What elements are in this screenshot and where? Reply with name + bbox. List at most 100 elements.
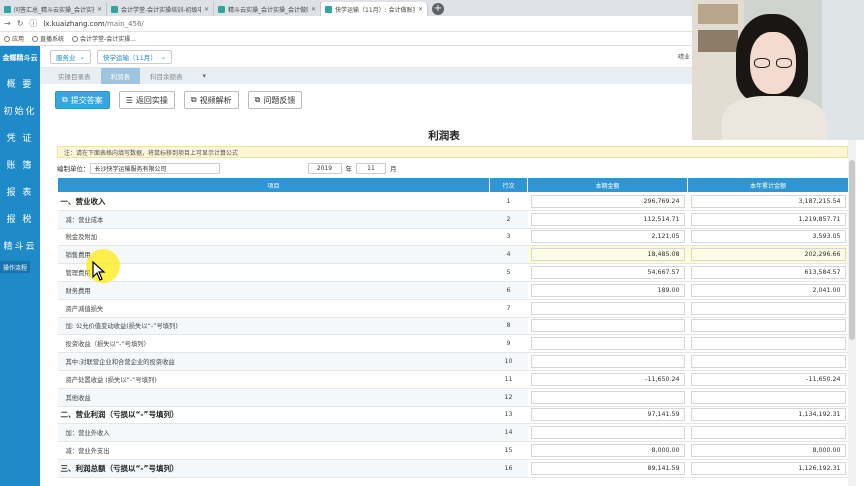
company-select[interactable]: 快学运输（11月） ⌄ bbox=[96, 49, 173, 64]
sidebar-item-overview[interactable]: 概 要 bbox=[0, 70, 40, 97]
chevron-down-icon: ⌄ bbox=[79, 52, 85, 61]
unit-field[interactable]: 长沙快学运输服务有限公司 bbox=[89, 162, 220, 174]
current-amount-input[interactable] bbox=[530, 426, 685, 440]
favicon-icon bbox=[4, 5, 11, 13]
ytd-amount-input[interactable]: 1,219,857.71 bbox=[690, 212, 846, 226]
sidebar-item-jdy[interactable]: 精斗云 bbox=[0, 232, 40, 259]
tab-more-dropdown[interactable]: ▾ bbox=[193, 68, 217, 84]
table-row: 销售费用 4 18,485.08 202,296.66 bbox=[57, 245, 849, 265]
ytd-amount-input[interactable]: 1,134,192.31 bbox=[690, 408, 846, 422]
table-row: 加: 公允价值变动收益(损失以“-”号填列) 8 bbox=[57, 317, 849, 336]
ytd-amount-input[interactable]: 8,000.00 bbox=[690, 444, 846, 458]
row-item-label: 减：营业成本 bbox=[57, 210, 490, 229]
current-amount-input[interactable]: 89,141.59 bbox=[530, 461, 685, 475]
feedback-button[interactable]: ⧉ 问题反馈 bbox=[247, 91, 303, 109]
sidebar-item-report[interactable]: 报 表 bbox=[0, 178, 40, 205]
ytd-amount-input[interactable]: 3,187,215.54 bbox=[690, 194, 846, 208]
bookmark-live[interactable]: 直播系统 bbox=[32, 34, 64, 43]
current-amount-input[interactable]: 296,769.24 bbox=[530, 194, 685, 208]
bookmark-kuaixue[interactable]: 会计学堂-会计实操... bbox=[72, 34, 136, 43]
current-amount-cell bbox=[527, 334, 688, 354]
close-icon[interactable]: ✕ bbox=[311, 6, 316, 13]
row-item-label: 管理费用 bbox=[57, 263, 490, 282]
vertical-scrollbar[interactable] bbox=[848, 140, 856, 486]
new-tab-button[interactable]: + bbox=[432, 3, 444, 15]
sidebar-item-init[interactable]: 初始化 bbox=[0, 97, 40, 124]
browser-tab[interactable]: 快学运输（11月）: 会计做账实...✕ bbox=[321, 2, 428, 16]
tab-income-statement[interactable]: 利润表 bbox=[100, 68, 140, 84]
current-amount-cell: 97,141.59 bbox=[527, 406, 688, 425]
sidebar-item-tax[interactable]: 报 税 bbox=[0, 205, 40, 232]
close-icon[interactable]: ✕ bbox=[204, 6, 209, 13]
current-amount-input[interactable]: 189.00 bbox=[530, 283, 685, 297]
ytd-amount-input[interactable] bbox=[690, 301, 846, 315]
browser-tab[interactable]: 问答汇总_精斗云实操_会计实操...✕ bbox=[0, 2, 107, 16]
current-amount-input[interactable]: 18,485.08 bbox=[530, 248, 685, 262]
current-amount-input[interactable] bbox=[530, 355, 685, 369]
scrollbar-thumb[interactable] bbox=[849, 160, 855, 340]
sidebar-item-voucher[interactable]: 凭 证 bbox=[0, 124, 40, 151]
industry-select[interactable]: 服务业 ⌄ bbox=[50, 49, 91, 64]
globe-icon bbox=[32, 35, 39, 42]
ytd-amount-input[interactable] bbox=[690, 337, 846, 351]
browser-tab[interactable]: 精斗云实操_会计实操_会计做账...✕ bbox=[214, 2, 321, 16]
ytd-amount-input[interactable] bbox=[690, 319, 846, 333]
current-amount-input[interactable]: 54,667.57 bbox=[530, 266, 685, 280]
current-amount-input[interactable]: 112,514.71 bbox=[530, 212, 685, 226]
current-amount-input[interactable]: 2,121.05 bbox=[530, 230, 685, 244]
table-row: 加：营业外收入 14 bbox=[57, 423, 849, 443]
favicon-icon bbox=[218, 5, 225, 13]
current-amount-input[interactable] bbox=[530, 390, 685, 404]
browser-tab[interactable]: 会计学堂-会计实操培训-初级中级...✕ bbox=[107, 2, 214, 16]
glasses-right bbox=[776, 58, 792, 68]
year-field[interactable]: 2019 bbox=[307, 162, 342, 174]
books bbox=[698, 4, 738, 24]
report-meta: 编制单位： 长沙快学运输服务有限公司 2019 年 11 月 bbox=[57, 162, 397, 174]
current-amount-input[interactable]: 97,141.59 bbox=[530, 408, 685, 422]
presenter-body bbox=[722, 96, 826, 140]
current-amount-cell: 89,141.59 bbox=[527, 459, 688, 478]
ytd-amount-input[interactable] bbox=[690, 390, 846, 404]
back-arrow-icon[interactable]: → bbox=[4, 19, 11, 28]
video-analysis-button[interactable]: ⧉ 视频解析 bbox=[183, 91, 239, 109]
current-amount-input[interactable] bbox=[530, 319, 685, 333]
row-line-number: 1 bbox=[489, 192, 528, 211]
row-item-label: 一、营业收入 bbox=[57, 192, 490, 211]
app-logo: 金蝶精斗云 bbox=[2, 54, 38, 62]
table-row: 其他收益 12 bbox=[57, 388, 849, 407]
row-item-label: 财务费用 bbox=[57, 281, 490, 300]
close-icon[interactable]: ✕ bbox=[418, 6, 423, 13]
current-amount-cell: 296,769.24 bbox=[527, 192, 688, 211]
current-amount-input[interactable] bbox=[530, 337, 685, 351]
current-amount-input[interactable] bbox=[530, 301, 685, 315]
workflow-button[interactable]: 操作流程 bbox=[0, 261, 30, 273]
bookmark-apps[interactable]: 应用 bbox=[4, 34, 24, 43]
ytd-amount-input[interactable]: 1,126,192.31 bbox=[690, 461, 846, 475]
income-statement-table: 项目 行次 本期金额 本年累计金额 一、营业收入 1 296,769.24 3,187… bbox=[57, 177, 849, 478]
tab-practice-list[interactable]: 实操目录表 bbox=[48, 68, 101, 84]
books bbox=[698, 30, 738, 52]
favicon-icon bbox=[325, 5, 332, 13]
ytd-amount-input[interactable]: 2,041.00 bbox=[690, 283, 846, 297]
ytd-amount-input[interactable]: 3,593.05 bbox=[690, 230, 846, 244]
tab-balance-sheet[interactable]: 科目余额表 bbox=[140, 68, 193, 84]
current-amount-input[interactable]: -11,650.24 bbox=[530, 372, 685, 386]
row-line-number: 15 bbox=[489, 441, 528, 460]
ytd-amount-input[interactable]: -11,650.24 bbox=[690, 372, 846, 386]
ytd-amount-cell: 1,219,857.71 bbox=[687, 210, 849, 229]
ytd-amount-input[interactable]: 613,584.57 bbox=[690, 266, 846, 280]
info-icon[interactable]: ⓘ bbox=[29, 18, 37, 29]
ytd-amount-input[interactable] bbox=[690, 426, 846, 440]
col-header-ytd: 本年累计金额 bbox=[687, 177, 849, 193]
ytd-amount-input[interactable] bbox=[690, 355, 846, 369]
url-field[interactable]: lx.kuaizhang.com/main_456/ bbox=[43, 20, 143, 28]
chevron-down-icon: ⌄ bbox=[160, 52, 167, 61]
current-amount-input[interactable]: 8,000.00 bbox=[530, 444, 685, 458]
sidebar-item-ledger[interactable]: 账 簿 bbox=[0, 151, 40, 178]
back-to-practice-button[interactable]: ☰ 返回实操 bbox=[118, 91, 175, 109]
close-icon[interactable]: ✕ bbox=[97, 6, 102, 13]
month-field[interactable]: 11 bbox=[356, 162, 386, 174]
submit-answer-button[interactable]: ⧉ 提交答案 bbox=[55, 91, 110, 109]
reload-icon[interactable]: ↻ bbox=[17, 19, 24, 28]
ytd-amount-input[interactable]: 202,296.66 bbox=[690, 248, 846, 262]
